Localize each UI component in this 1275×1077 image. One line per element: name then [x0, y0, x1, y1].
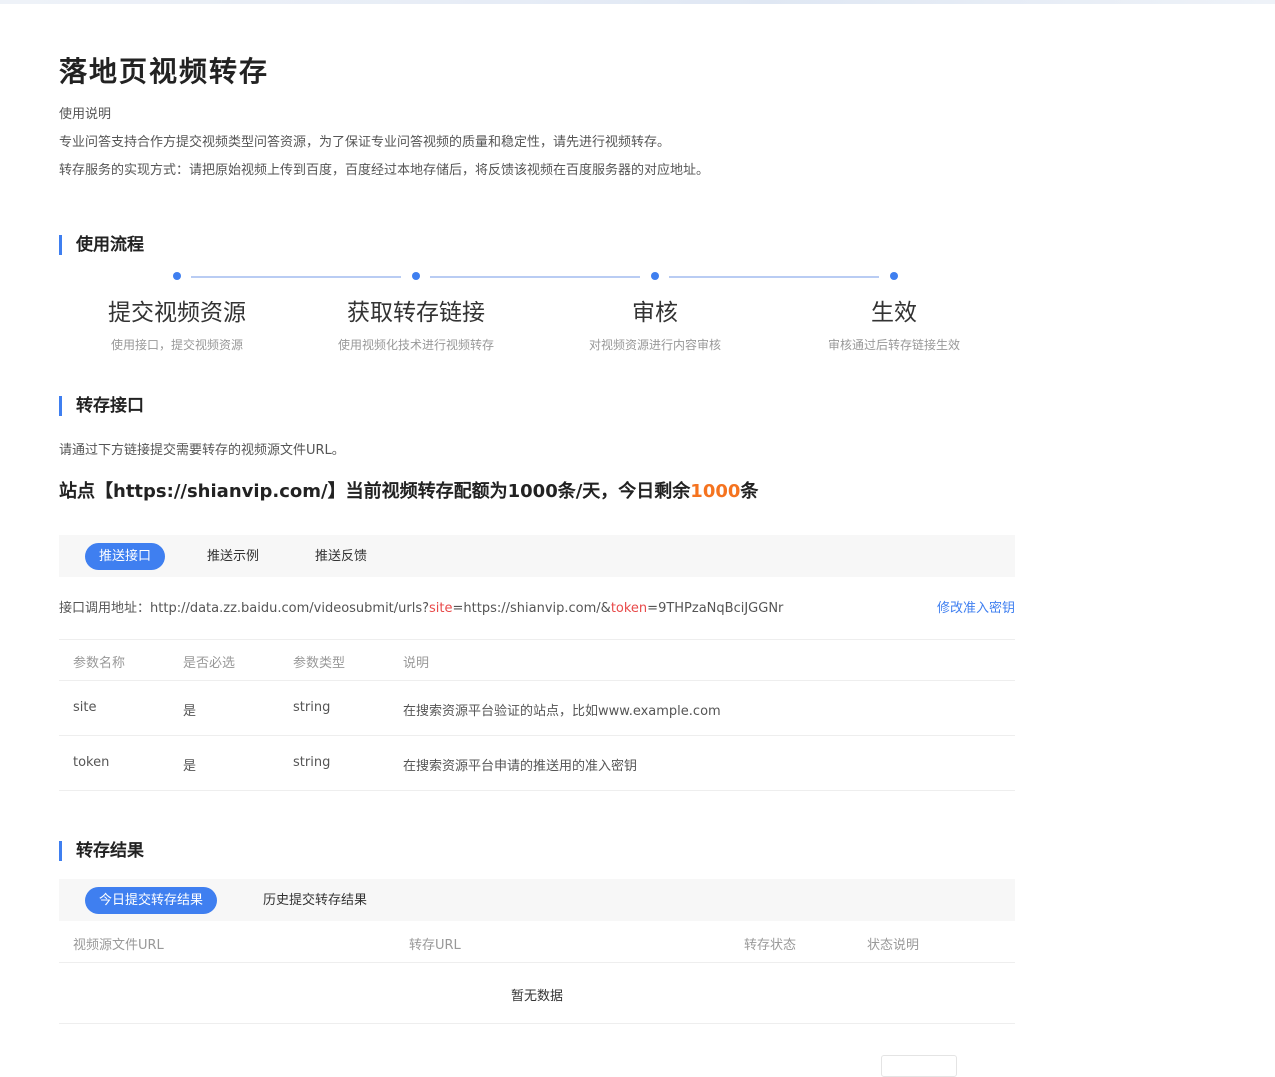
section-title-result: 转存结果 [59, 841, 144, 861]
table-header-row: 视频源文件URL 转存URL 转存状态 状态说明 [59, 921, 1015, 963]
step-submit: 提交视频资源 使用接口，提交视频资源 [62, 298, 292, 353]
table-header-cell: 转存URL [409, 938, 461, 953]
step-dot [651, 272, 659, 280]
tab-push-api[interactable]: 推送接口 [85, 543, 166, 570]
section-title-process: 使用流程 [59, 235, 144, 255]
step-desc: 对视频资源进行内容审核 [588, 338, 721, 352]
table-cell: string [293, 755, 331, 770]
table-cell: string [293, 700, 331, 715]
tab-push-feedback[interactable]: 推送反馈 [315, 543, 367, 570]
api-url-param-token: token [610, 601, 648, 616]
empty-state-text: 暂无数据 [510, 989, 563, 1004]
quota-statement: 站点【https://shianvip.com/】当前视频转存配额为1000条/… [59, 477, 758, 503]
step-connector [669, 276, 879, 278]
api-url-value-token: =9THPzaNqBciJGGNr [647, 601, 784, 616]
step-connector [430, 276, 640, 278]
step-dot [173, 272, 181, 280]
step-title: 提交视频资源 [108, 300, 246, 326]
result-table: 视频源文件URL 转存URL 转存状态 状态说明 暂无数据 [59, 921, 1015, 1024]
intro-line-2: 转存服务的实现方式：请把原始视频上传到百度，百度经过本地存储后，将反馈该视频在百… [59, 163, 710, 178]
intro-line-1: 专业问答支持合作方提交视频类型问答资源，为了保证专业问答视频的质量和稳定性，请先… [59, 135, 671, 150]
table-cell: 在搜索资源平台申请的推送用的准入密钥 [403, 759, 638, 774]
table-cell: 是 [183, 704, 197, 719]
tab-today-results[interactable]: 今日提交转存结果 [85, 887, 218, 914]
table-cell: 是 [183, 759, 197, 774]
table-cell: token [73, 755, 110, 770]
page-title: 落地页视频转存 [59, 55, 270, 88]
usage-intro: 使用说明 专业问答支持合作方提交视频类型问答资源，为了保证专业问答视频的质量和稳… [59, 104, 709, 188]
api-tabs: 推送接口 推送示例 推送反馈 [59, 535, 1015, 577]
api-url-value-site: =https://shianvip.com/& [452, 601, 611, 616]
table-header-cell: 状态说明 [867, 938, 920, 953]
table-row: token 是 string 在搜索资源平台申请的推送用的准入密钥 [59, 736, 1015, 791]
step-dot [890, 272, 898, 280]
table-header-cell: 是否必选 [183, 656, 236, 671]
step-title: 审核 [632, 300, 678, 326]
table-cell: 在搜索资源平台验证的站点，比如www.example.com [403, 704, 721, 719]
table-header-cell: 参数名称 [73, 656, 126, 671]
step-desc: 审核通过后转存链接生效 [827, 338, 960, 352]
step-review: 审核 对视频资源进行内容审核 [540, 298, 770, 353]
quota-unit: 条 [740, 481, 759, 502]
step-connector [191, 276, 401, 278]
api-url-param-site: site [429, 601, 453, 616]
result-tabs: 今日提交转存结果 历史提交转存结果 [59, 879, 1015, 921]
intro-heading: 使用说明 [59, 107, 112, 122]
top-banner-strip [0, 0, 1275, 4]
step-title: 生效 [871, 300, 917, 326]
api-url: 接口调用地址：http://data.zz.baidu.com/videosub… [59, 597, 783, 616]
table-header-cell: 参数类型 [293, 656, 346, 671]
section-title-api: 转存接口 [59, 396, 144, 416]
table-header-row: 参数名称 是否必选 参数类型 说明 [59, 640, 1015, 681]
params-table: 参数名称 是否必选 参数类型 说明 site 是 string 在搜索资源平台验… [59, 639, 1015, 791]
table-row: site 是 string 在搜索资源平台验证的站点，比如www.example… [59, 681, 1015, 736]
step-desc: 使用视频化技术进行视频转存 [337, 338, 494, 352]
table-header-cell: 说明 [403, 656, 430, 671]
table-header-cell: 转存状态 [744, 938, 797, 953]
quota-remaining: 1000 [690, 481, 741, 502]
api-url-base: http://data.zz.baidu.com/videosubmit/url… [150, 601, 430, 616]
tab-history-results[interactable]: 历史提交转存结果 [263, 887, 367, 914]
edit-key-link[interactable]: 修改准入密钥 [937, 597, 1015, 616]
quota-text: 站点【https://shianvip.com/】当前视频转存配额为1000条/… [59, 481, 691, 502]
step-title: 获取转存链接 [347, 300, 485, 326]
pagination-control[interactable] [881, 1055, 957, 1077]
process-steps: 提交视频资源 使用接口，提交视频资源 获取转存链接 使用视频化技术进行视频转存 … [59, 262, 1015, 362]
table-header-cell: 视频源文件URL [73, 938, 164, 953]
table-empty-row: 暂无数据 [59, 963, 1015, 1024]
api-description: 请通过下方链接提交需要转存的视频源文件URL。 [59, 443, 345, 458]
step-get-link: 获取转存链接 使用视频化技术进行视频转存 [301, 298, 531, 353]
tab-push-example[interactable]: 推送示例 [207, 543, 259, 570]
table-cell: site [73, 700, 97, 715]
step-effective: 生效 审核通过后转存链接生效 [779, 298, 1009, 353]
api-url-label: 接口调用地址： [59, 601, 151, 616]
step-desc: 使用接口，提交视频资源 [110, 338, 243, 352]
step-dot [412, 272, 420, 280]
